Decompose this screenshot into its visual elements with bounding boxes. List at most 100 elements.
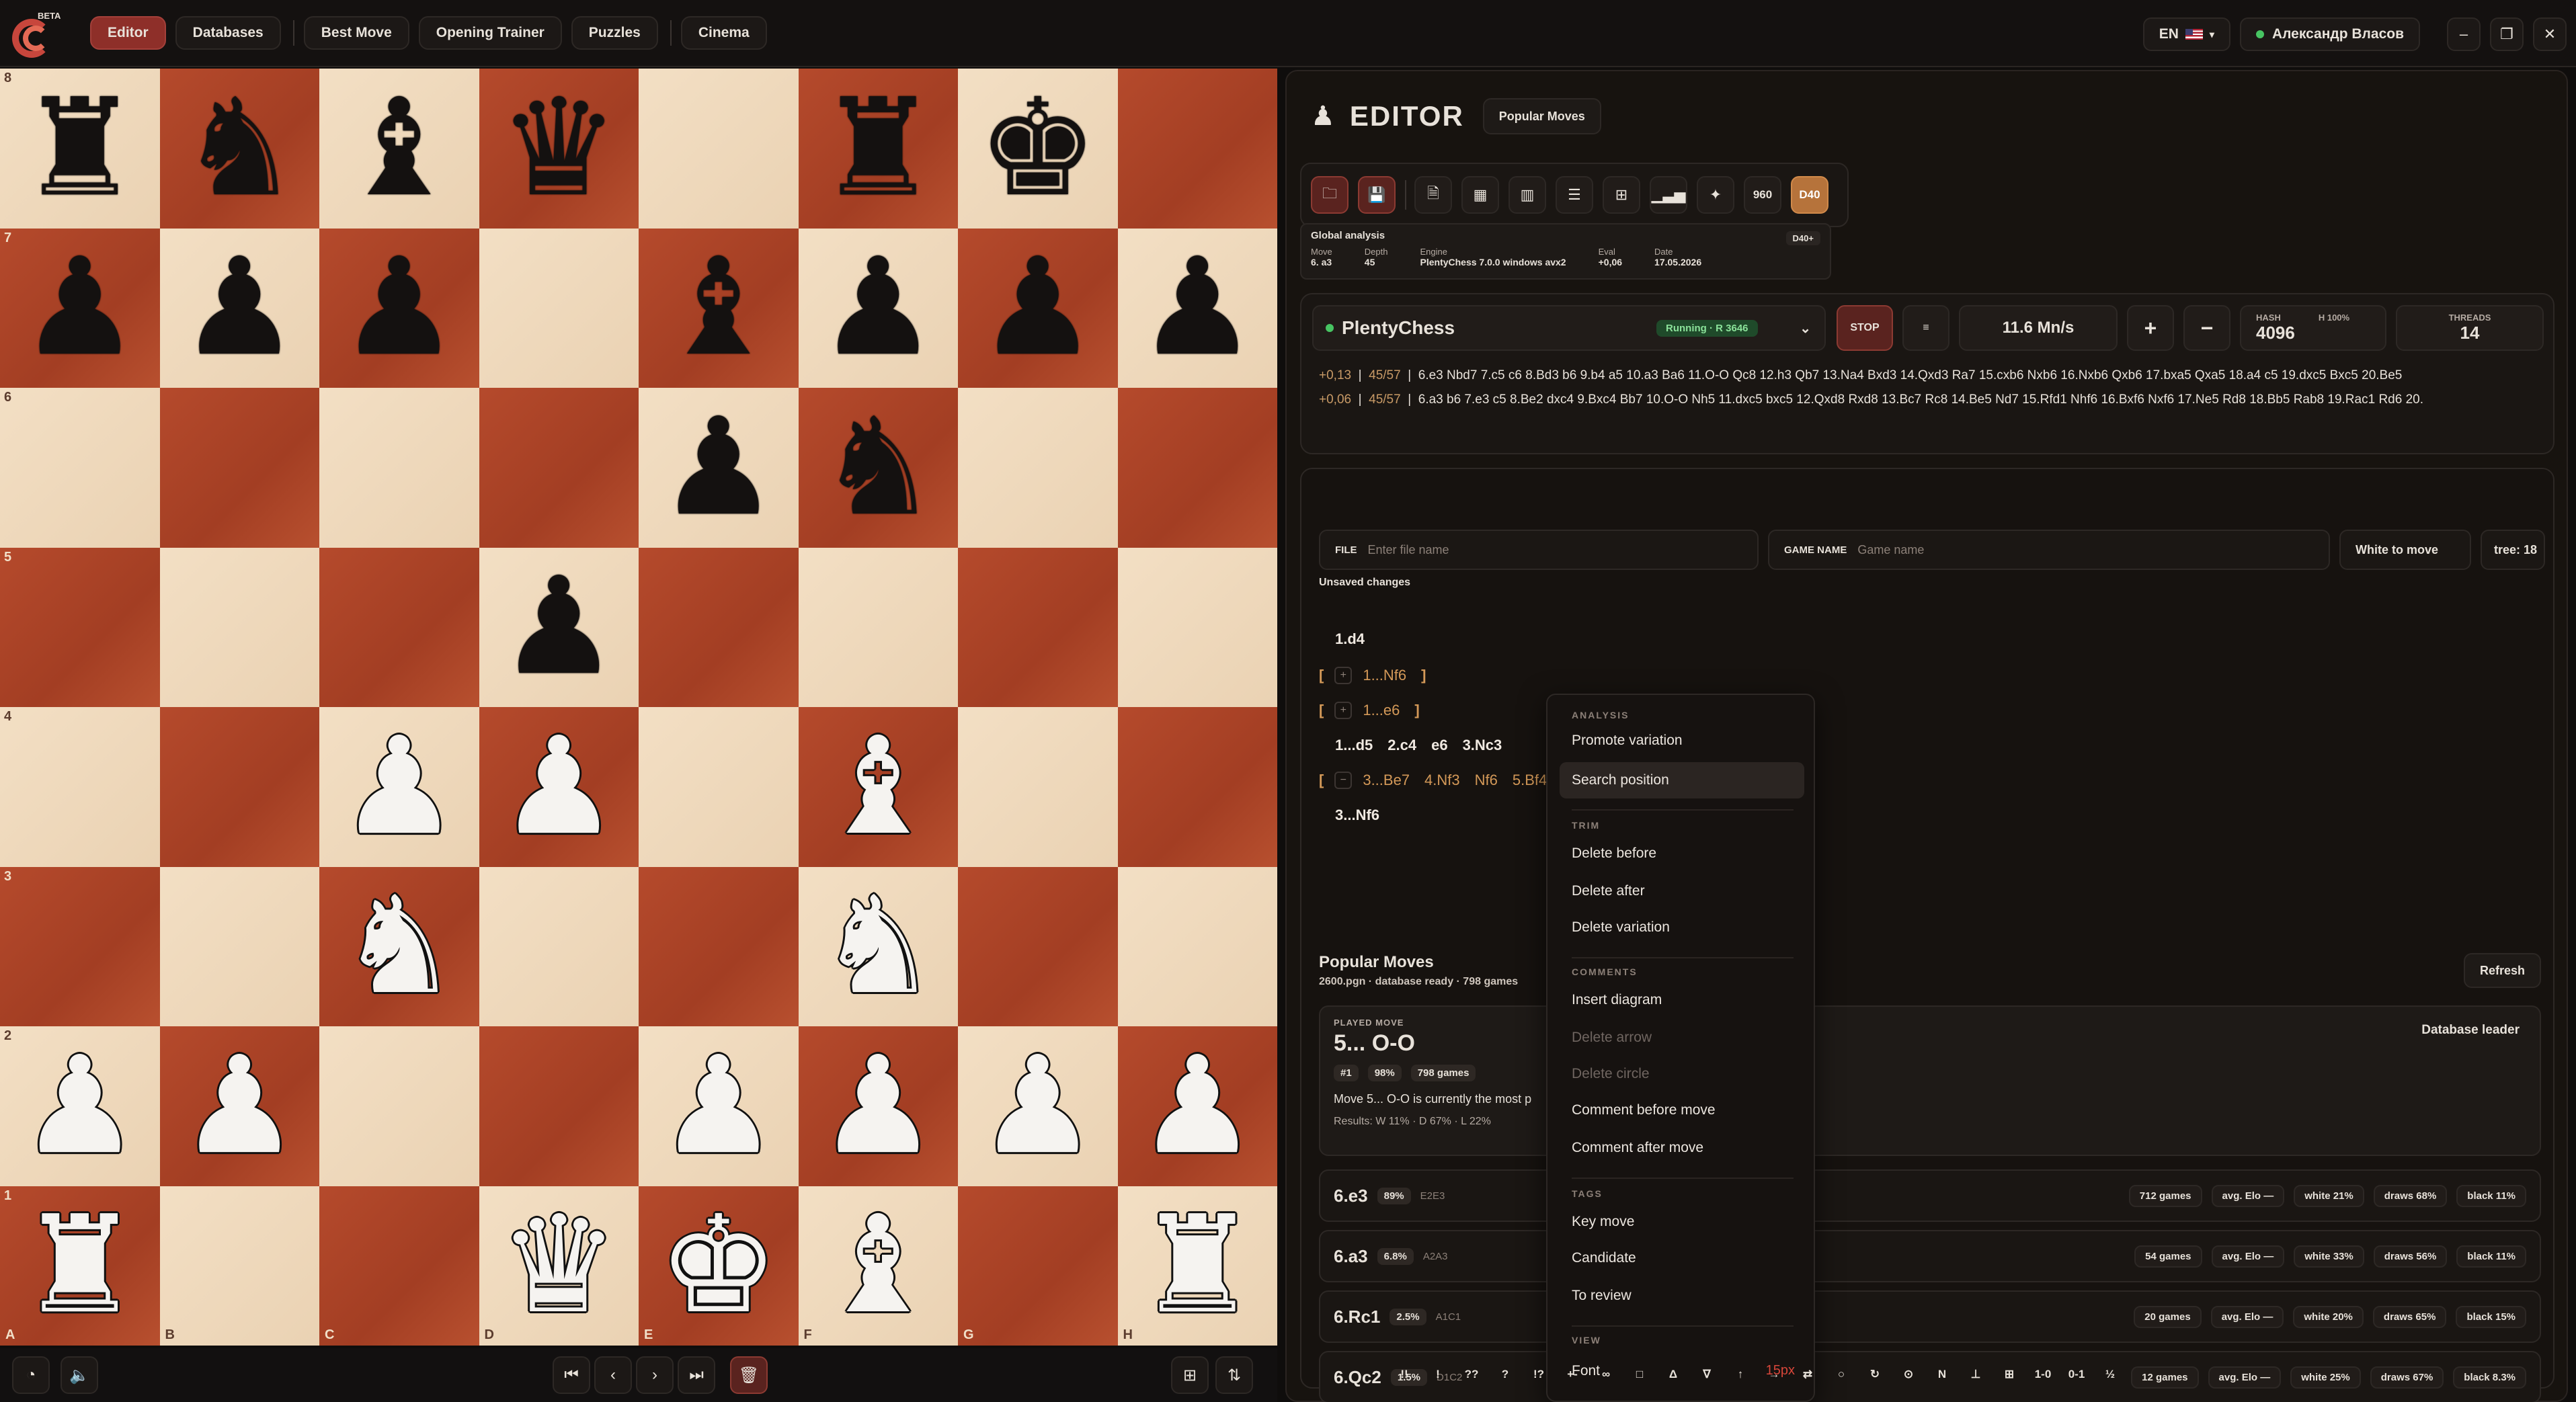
menu-comment-after[interactable]: Comment after move — [1572, 1140, 1703, 1156]
nav-best-move[interactable]: Best Move — [303, 16, 409, 50]
delete-button[interactable]: 🗑 — [730, 1356, 768, 1394]
stats-button[interactable]: ▥ — [1508, 176, 1546, 214]
black-pawn-icon[interactable]: ♟ — [19, 241, 140, 375]
square-g5[interactable] — [958, 547, 1118, 707]
user-menu[interactable]: Александр Власов — [2239, 17, 2420, 51]
square-h8[interactable] — [1117, 69, 1277, 229]
white-knight-icon[interactable]: ♞ — [339, 879, 459, 1014]
stop-button[interactable]: STOP — [1837, 305, 1893, 351]
white-pawn-icon[interactable]: ♟ — [19, 1038, 140, 1173]
square-e3[interactable] — [639, 866, 799, 1026]
square-d1[interactable]: D ♛ — [479, 1186, 639, 1346]
filter-button[interactable]: ≡ — [1902, 305, 1949, 351]
grid-button[interactable]: ⊞ — [1171, 1356, 1209, 1394]
table-button[interactable]: ▦ — [1461, 176, 1499, 214]
square-f4[interactable]: ♝ — [798, 707, 958, 867]
white-pawn-icon[interactable]: ♟ — [1137, 1038, 1258, 1173]
square-g1[interactable]: G — [958, 1186, 1118, 1346]
annotation-symbol-button[interactable]: 0-1 — [2061, 1359, 2092, 1390]
menu-delete-before[interactable]: Delete before — [1572, 846, 1656, 862]
square-b4[interactable] — [159, 707, 319, 867]
square-g2[interactable]: ♟ — [958, 1026, 1118, 1186]
save-button[interactable]: 💾 — [1358, 176, 1396, 214]
black-pawn-icon[interactable]: ♟ — [499, 560, 619, 694]
white-queen-icon[interactable]: ♛ — [499, 1198, 619, 1333]
square-b1[interactable]: B — [159, 1186, 319, 1346]
move[interactable]: 2.c4 — [1387, 737, 1416, 754]
menu-promote-variation[interactable]: Promote variation — [1572, 733, 1683, 749]
black-king-icon[interactable]: ♚ — [977, 81, 1098, 216]
annotation-symbol-button[interactable]: → — [1759, 1359, 1789, 1390]
remove-line-button[interactable]: − — [2183, 305, 2230, 351]
menu-insert-diagram[interactable]: Insert diagram — [1572, 992, 1662, 1008]
white-rook-icon[interactable]: ♜ — [1137, 1198, 1258, 1333]
graph-button[interactable]: ▁▃▅ — [1650, 176, 1687, 214]
annotation-symbol-button[interactable]: ↻ — [1859, 1359, 1890, 1390]
annotation-symbol-button[interactable]: ? — [1490, 1359, 1521, 1390]
popular-move-row[interactable]: 6.Rc1 2.5% A1C1 20 games avg. Elo — white 20%… — [1319, 1290, 2541, 1343]
square-d3[interactable] — [479, 866, 639, 1026]
next-move-button[interactable]: › — [636, 1356, 674, 1394]
close-button[interactable]: ✕ — [2533, 17, 2567, 51]
prev-move-button[interactable]: ‹ — [594, 1356, 632, 1394]
annotation-symbol-button[interactable]: !! — [1389, 1359, 1420, 1390]
black-bishop-icon[interactable]: ♝ — [339, 81, 459, 216]
annotation-symbol-button[interactable]: ! — [1422, 1359, 1453, 1390]
collapse-icon[interactable]: − — [1334, 772, 1353, 789]
annotation-symbol-button[interactable]: Δ — [1658, 1359, 1689, 1390]
square-g4[interactable] — [958, 707, 1118, 867]
black-rook-icon[interactable]: ♜ — [19, 81, 140, 216]
nav-cinema[interactable]: Cinema — [680, 16, 767, 50]
menu-delete-after[interactable]: Delete after — [1572, 883, 1645, 899]
white-pawn-icon[interactable]: ♟ — [977, 1038, 1098, 1173]
nav-puzzles[interactable]: Puzzles — [571, 16, 658, 50]
nav-editor[interactable]: Editor — [90, 16, 166, 50]
nav-databases[interactable]: Databases — [175, 16, 281, 50]
black-queen-icon[interactable]: ♛ — [499, 81, 619, 216]
open-file-button[interactable]: 🗀 — [1311, 176, 1349, 214]
threads-setting[interactable]: THREADS 14 — [2396, 305, 2544, 351]
square-h6[interactable] — [1117, 388, 1277, 548]
black-pawn-icon[interactable]: ♟ — [658, 400, 778, 535]
white-pawn-icon[interactable]: ♟ — [499, 719, 619, 854]
annotation-symbol-button[interactable]: !? — [1523, 1359, 1554, 1390]
square-c2[interactable] — [319, 1026, 479, 1186]
sound-button[interactable]: 🔈 — [61, 1356, 98, 1394]
black-knight-icon[interactable]: ♞ — [818, 400, 938, 535]
square-a3[interactable]: 3 — [0, 866, 160, 1026]
white-bishop-icon[interactable]: ♝ — [818, 1198, 938, 1333]
square-h1[interactable]: H ♜ — [1117, 1186, 1277, 1346]
square-c6[interactable] — [319, 388, 479, 548]
square-g3[interactable] — [958, 866, 1118, 1026]
annotation-symbol-button[interactable]: ⇄ — [1792, 1359, 1823, 1390]
black-pawn-icon[interactable]: ♟ — [1137, 241, 1258, 375]
square-c4[interactable]: ♟ — [319, 707, 479, 867]
square-h2[interactable]: ♟ — [1117, 1026, 1277, 1186]
popular-move-row[interactable]: 6.e3 89% E2E3 712 games avg. Elo — white 21% d… — [1319, 1169, 2541, 1222]
black-rook-icon[interactable]: ♜ — [818, 81, 938, 216]
file-name-field[interactable]: FILE Enter file name — [1319, 530, 1759, 570]
side-to-move-button[interactable]: White to move — [2339, 530, 2471, 570]
variation-move[interactable]: Nf6 — [1475, 772, 1498, 789]
refresh-button[interactable]: Refresh — [2463, 953, 2541, 988]
annotation-symbol-button[interactable]: ½ — [2095, 1359, 2126, 1390]
square-f2[interactable]: ♟ — [798, 1026, 958, 1186]
square-f8[interactable]: ♜ — [798, 69, 958, 229]
move[interactable]: 1...d5 — [1335, 737, 1373, 754]
square-f7[interactable]: ♟ — [798, 228, 958, 388]
square-b5[interactable] — [159, 547, 319, 707]
square-h7[interactable]: ♟ — [1117, 228, 1277, 388]
annotation-symbol-button[interactable]: ∞ — [1591, 1359, 1621, 1390]
pv-line-1[interactable]: +0,13 | 45/57 | 6.e3 Nbd7 7.c5 c6 8.Bd3 … — [1319, 368, 2542, 383]
black-bishop-icon[interactable]: ♝ — [658, 241, 778, 375]
square-a5[interactable]: 5 — [0, 547, 160, 707]
black-knight-icon[interactable]: ♞ — [179, 81, 300, 216]
annotation-symbol-button[interactable]: ?? — [1456, 1359, 1487, 1390]
square-d5[interactable]: ♟ — [479, 547, 639, 707]
annotation-symbol-button[interactable]: N — [1927, 1359, 1958, 1390]
square-e6[interactable]: ♟ — [639, 388, 799, 548]
square-a6[interactable]: 6 — [0, 388, 160, 548]
square-b6[interactable] — [159, 388, 319, 548]
chess-board[interactable]: 8 ♜ ♞ ♝ ♛ ♜ ♚ 7 ♟ ♟ ♟ ♝ ♟ ♟ ♟ 6 ♟ ♞ 5 ♟ 4 ♟ ♟ ♝ 3 ♞ ♞ 2 ♟ ♟ ♟ ♟ ♟ ♟ 1 A ♜ B C D… — [0, 69, 1277, 1346]
square-b3[interactable] — [159, 866, 319, 1026]
